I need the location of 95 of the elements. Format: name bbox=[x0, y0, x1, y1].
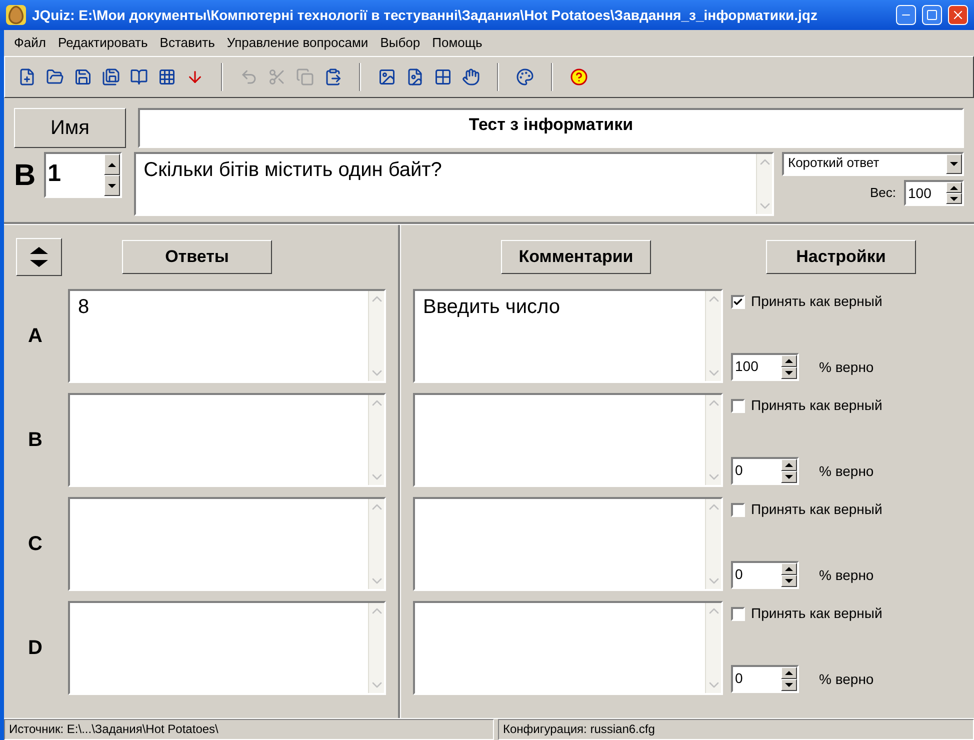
percent-label: % верно bbox=[819, 462, 874, 481]
comment-field[interactable] bbox=[413, 601, 723, 695]
image-icon bbox=[378, 68, 396, 86]
status-config: Конфигурация: russian6.cfg bbox=[498, 719, 974, 740]
answer-letter: D bbox=[27, 636, 44, 661]
menu-item[interactable]: Вставить bbox=[154, 33, 221, 53]
answer-letter: C bbox=[27, 532, 44, 557]
spin-down-button[interactable] bbox=[104, 175, 120, 196]
spin-up-button[interactable] bbox=[104, 154, 120, 175]
answer-field[interactable] bbox=[68, 393, 386, 487]
spin-value: 0 bbox=[734, 461, 744, 480]
question-label: В bbox=[14, 158, 36, 194]
window-title: JQuiz: E:\Мои документы\Компютерні технології в тестуванні\Задания\Hot Potatoes\Завдання_з_інформатики.jqz bbox=[32, 6, 818, 25]
palette-icon bbox=[516, 68, 534, 86]
comment-text: Введить число bbox=[422, 295, 562, 320]
menu-item[interactable]: Файл bbox=[8, 33, 52, 53]
spin-field[interactable]: 100 bbox=[731, 353, 799, 381]
checkbox[interactable] bbox=[731, 502, 745, 516]
spin-down-button[interactable] bbox=[781, 679, 797, 691]
minimize-button[interactable] bbox=[896, 5, 916, 25]
grid-icon bbox=[158, 68, 176, 86]
menu-item[interactable]: Выбор bbox=[374, 33, 426, 53]
answer-field[interactable] bbox=[68, 601, 386, 695]
maximize-icon bbox=[926, 9, 938, 21]
comment-field[interactable] bbox=[413, 497, 723, 591]
spin-field[interactable]: 0 bbox=[731, 665, 799, 693]
grid-icon bbox=[434, 68, 452, 86]
accept-label: Принять как верный bbox=[751, 604, 882, 623]
picture-file-icon bbox=[406, 68, 424, 86]
hand-icon bbox=[462, 68, 480, 86]
accept-label: Принять как верный bbox=[751, 500, 882, 519]
reorder-spinner[interactable] bbox=[16, 238, 62, 276]
spin-field[interactable]: 1 bbox=[44, 152, 122, 198]
answer-field[interactable] bbox=[68, 497, 386, 591]
spin-field[interactable]: 100 bbox=[904, 180, 964, 206]
copy-icon bbox=[296, 68, 314, 86]
accept-label: Принять как верный bbox=[751, 292, 882, 311]
paste-icon bbox=[324, 68, 342, 86]
save-icon bbox=[74, 68, 92, 86]
status-source: Источник: E:\...\Задания\Hot Potatoes\ bbox=[4, 719, 494, 740]
comment-field[interactable]: Введить число bbox=[413, 289, 723, 383]
spin-field[interactable]: 0 bbox=[731, 561, 799, 589]
book-icon bbox=[130, 68, 148, 86]
checkbox[interactable] bbox=[731, 398, 745, 412]
accept-label: Принять как верный bbox=[751, 396, 882, 415]
spin-value: 0 bbox=[734, 669, 744, 688]
spin-down-button[interactable] bbox=[781, 575, 797, 587]
settings-button[interactable]: Настройки bbox=[766, 240, 916, 274]
menu-item[interactable]: Управление вопросами bbox=[220, 33, 374, 53]
menu-item[interactable]: Помощь bbox=[426, 33, 488, 53]
maximize-button[interactable] bbox=[922, 5, 942, 25]
spin-up-button[interactable] bbox=[781, 355, 797, 367]
spin-up-button[interactable] bbox=[946, 182, 962, 193]
percent-label: % верно bbox=[819, 670, 874, 689]
new-file-icon bbox=[18, 68, 36, 86]
question-text-field[interactable]: Скільки бітів містить один байт? bbox=[134, 152, 774, 216]
weight-label: Вес: bbox=[870, 184, 896, 202]
answer-field[interactable]: 8 bbox=[68, 289, 386, 383]
help-icon bbox=[570, 68, 588, 86]
save-all-icon bbox=[102, 68, 120, 86]
checkbox[interactable] bbox=[731, 606, 745, 620]
answer-letter: B bbox=[27, 428, 44, 453]
percent-label: % верно bbox=[819, 358, 874, 377]
close-icon bbox=[951, 8, 965, 22]
spin-up-button[interactable] bbox=[781, 459, 797, 471]
checkbox[interactable] bbox=[731, 294, 745, 308]
undo-icon bbox=[240, 68, 258, 86]
spin-value: 0 bbox=[734, 565, 744, 584]
spin-value: 100 bbox=[734, 357, 760, 376]
spin-up-button[interactable] bbox=[781, 563, 797, 575]
answer-letter: A bbox=[27, 324, 44, 349]
scissors-icon bbox=[268, 68, 286, 86]
comments-button[interactable]: Комментарии bbox=[501, 240, 651, 274]
spin-field[interactable]: 0 bbox=[731, 457, 799, 485]
spin-down-button[interactable] bbox=[781, 471, 797, 483]
spin-up-button[interactable] bbox=[781, 667, 797, 679]
spin-down-button[interactable] bbox=[781, 367, 797, 379]
answer-text: 8 bbox=[77, 295, 90, 320]
spin-value: 100 bbox=[907, 184, 932, 203]
comment-field[interactable] bbox=[413, 393, 723, 487]
open-folder-icon bbox=[46, 68, 64, 86]
question-type-dropdown[interactable]: Короткий ответ bbox=[782, 152, 964, 176]
name-button[interactable]: Имя bbox=[14, 108, 126, 148]
quiz-title-field[interactable]: Тест з інформатики bbox=[138, 108, 964, 148]
app-icon bbox=[6, 5, 26, 25]
percent-label: % верно bbox=[819, 566, 874, 585]
answers-button[interactable]: Ответы bbox=[122, 240, 272, 274]
close-button[interactable] bbox=[948, 5, 968, 25]
spin-down-button[interactable] bbox=[946, 193, 962, 204]
dropdown-arrow-icon bbox=[950, 162, 958, 166]
menu-item[interactable]: Редактировать bbox=[52, 33, 154, 53]
down-arrow-icon bbox=[186, 68, 204, 86]
check-icon bbox=[733, 296, 743, 308]
question-text: Скільки бітів містить один байт? bbox=[142, 158, 443, 183]
spin-value: 1 bbox=[46, 159, 62, 189]
